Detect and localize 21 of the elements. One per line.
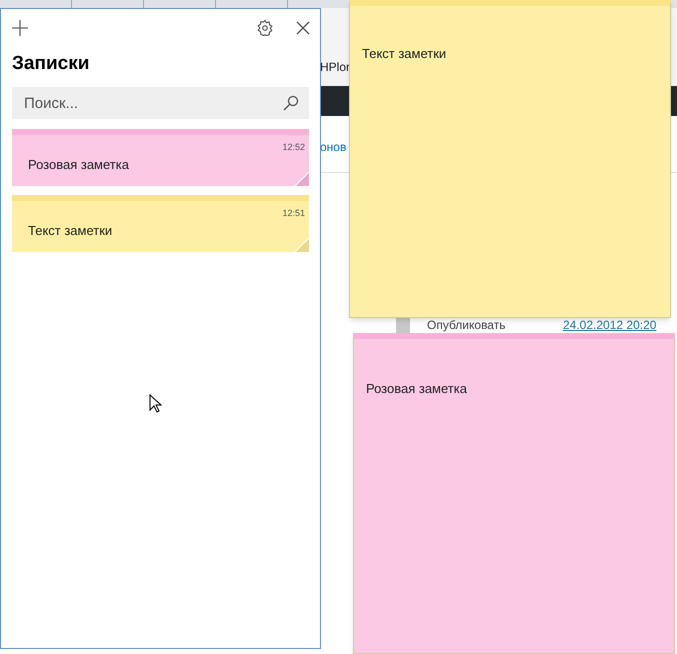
search-icon[interactable] [283,95,299,111]
note-text: Розовая заметка [366,380,468,398]
note-text: Розовая заметка [28,156,130,174]
page-fold-icon [295,238,309,252]
publish-label: Опубликовать [427,317,506,334]
panel-title: Записки [11,52,90,76]
note-text: Текст заметки [28,222,114,240]
note-text: Текст заметки [362,45,448,63]
settings-icon[interactable] [256,19,274,37]
close-icon[interactable] [296,21,310,35]
search-field[interactable]: Поиск... [12,87,309,119]
plus-icon[interactable] [11,19,29,37]
note-card[interactable]: 12:51 Текст заметки [12,195,309,252]
site-name: HPlor [320,59,350,76]
page-fold-icon [295,172,309,186]
page-link[interactable]: онов [320,138,346,156]
cursor-icon [149,394,163,414]
publish-date-link[interactable]: 24.02.2012 20:20 [563,316,656,334]
note-time: 12:51 [282,207,305,220]
note-time: 12:52 [282,141,305,154]
note-card[interactable]: 12:52 Розовая заметка [12,129,309,186]
